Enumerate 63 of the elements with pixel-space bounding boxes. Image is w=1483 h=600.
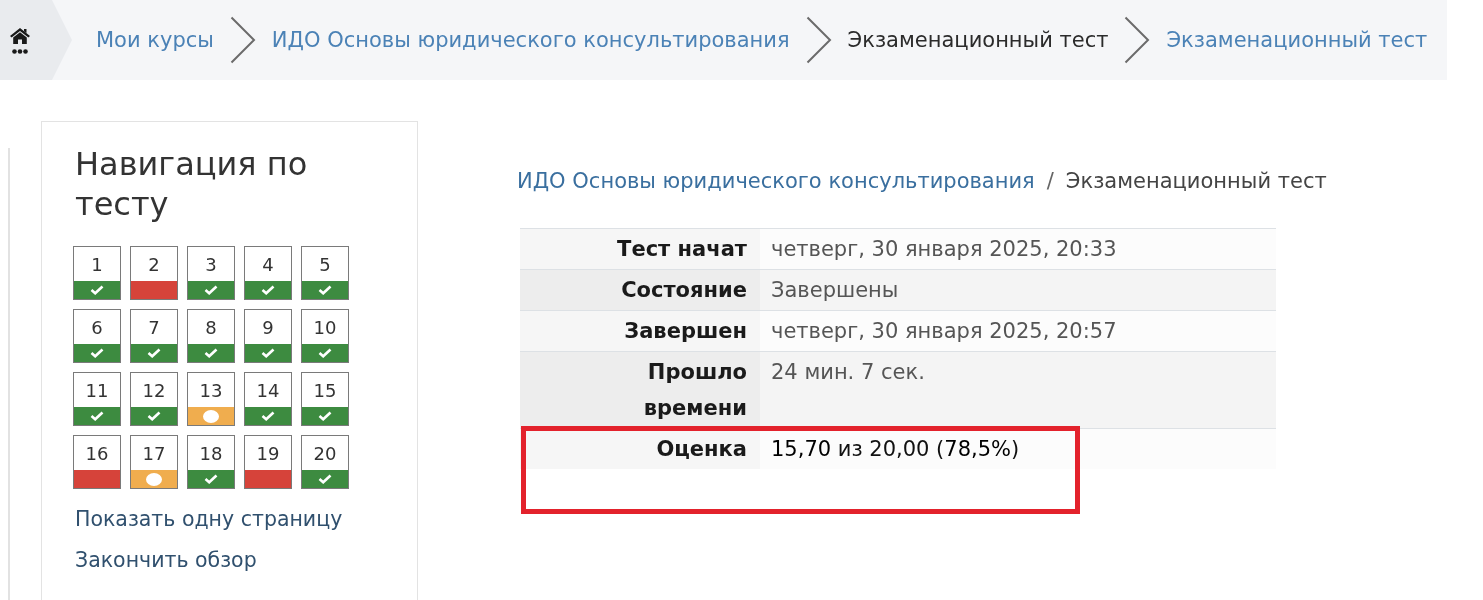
question-button[interactable]: 8 [187, 309, 235, 363]
label-cell: Тест начат [520, 229, 760, 269]
chevron-icon [229, 16, 256, 64]
home-icon [10, 26, 30, 44]
question-button[interactable]: 5 [301, 246, 349, 300]
chevron-icon [805, 16, 832, 64]
breadcrumb-link[interactable]: Экзаменационный тест [1166, 26, 1428, 54]
check-icon [90, 348, 104, 358]
question-button[interactable]: 2 [130, 246, 178, 300]
status-bar [74, 470, 120, 488]
question-button[interactable]: 6 [73, 309, 121, 363]
label-cell: Прошло времени [520, 352, 760, 428]
question-button[interactable]: 17 [130, 435, 178, 489]
question-button[interactable]: 18 [187, 435, 235, 489]
breadcrumb-link[interactable]: ИДО Основы юридического консультирования [271, 26, 790, 54]
nav-link[interactable]: Показать одну страницу [75, 507, 343, 531]
question-button[interactable]: 11 [73, 372, 121, 426]
check-icon [204, 285, 218, 295]
question-button[interactable]: 9 [244, 309, 292, 363]
question-button[interactable]: 15 [301, 372, 349, 426]
check-icon [318, 348, 332, 358]
check-icon [318, 285, 332, 295]
check-icon [318, 474, 332, 484]
nav-link[interactable]: Закончить обзор [75, 548, 257, 572]
question-button[interactable]: 10 [301, 309, 349, 363]
question-button[interactable]: 14 [244, 372, 292, 426]
breadcrumb-separator: / [1046, 169, 1054, 193]
check-icon [147, 411, 161, 421]
question-button[interactable]: 4 [244, 246, 292, 300]
check-icon [261, 285, 275, 295]
breadcrumb-text: Экзаменационный тест [847, 27, 1109, 54]
question-button[interactable]: 16 [73, 435, 121, 489]
chevron-icon [1124, 16, 1151, 64]
question-button[interactable]: 3 [187, 246, 235, 300]
value-cell: 24 мин. 7 сек. [760, 352, 1276, 428]
breadcrumb-link[interactable]: ИДО Основы юридического консультирования [517, 169, 1035, 193]
question-button[interactable]: 7 [130, 309, 178, 363]
check-icon [90, 285, 104, 295]
label-cell: Оценка [520, 429, 760, 469]
question-button[interactable]: 19 [244, 435, 292, 489]
question-button[interactable]: 13 [187, 372, 235, 426]
check-icon [261, 348, 275, 358]
label-cell: Завершен [520, 311, 760, 351]
status-bar [245, 470, 291, 488]
panel-title: Навигация по тесту [75, 144, 309, 224]
home-button[interactable] [0, 0, 72, 80]
more-dots-icon [12, 48, 28, 54]
check-icon [147, 348, 161, 358]
question-button[interactable]: 12 [130, 372, 178, 426]
breadcrumb-text: Экзаменационный тест [1065, 169, 1327, 193]
check-icon [204, 474, 218, 484]
value-cell: Завершены [760, 270, 1276, 310]
dot-icon [203, 409, 219, 423]
check-icon [204, 348, 218, 358]
check-icon [261, 411, 275, 421]
check-icon [318, 411, 332, 421]
question-button[interactable]: 20 [301, 435, 349, 489]
dot-icon [146, 472, 162, 486]
label-cell: Состояние [520, 270, 760, 310]
check-icon [90, 411, 104, 421]
breadcrumb-link[interactable]: Мои курсы [96, 26, 214, 54]
question-button[interactable]: 1 [73, 246, 121, 300]
status-bar [131, 281, 177, 299]
